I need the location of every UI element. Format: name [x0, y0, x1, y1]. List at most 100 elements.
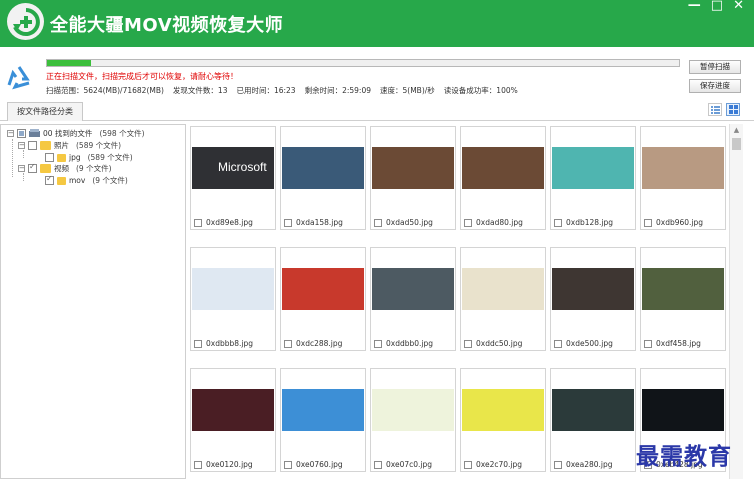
thumbnail-image[interactable] — [552, 268, 634, 310]
thumbnail-image[interactable] — [372, 147, 454, 189]
thumbnail-checkbox[interactable] — [554, 460, 562, 469]
thumbnail-card[interactable]: 0xe2c70.jpg — [460, 368, 546, 472]
close-button[interactable]: ✕ — [733, 0, 744, 13]
thumbnail-checkbox[interactable] — [284, 218, 292, 227]
thumbnail-image[interactable] — [372, 389, 454, 431]
tree-node-videos[interactable]: − 视频 (9 个文件) — [18, 162, 112, 174]
thumbnail-image[interactable] — [192, 389, 274, 431]
scroll-thumb[interactable] — [732, 138, 741, 150]
vertical-scrollbar[interactable]: ▲ — [729, 124, 743, 479]
collapse-icon[interactable]: − — [18, 142, 25, 149]
thumbnail-filename: 0xea280.jpg — [566, 460, 613, 469]
tree-videos-checkbox[interactable] — [28, 162, 37, 173]
thumbnail-checkbox[interactable] — [554, 218, 562, 227]
thumbnail-card[interactable]: Microsoft 0xd89e8.jpg — [190, 126, 276, 230]
thumbnail-image[interactable] — [282, 268, 364, 310]
collapse-icon[interactable]: − — [7, 130, 14, 137]
thumbnail-checkbox[interactable] — [464, 460, 472, 469]
thumbnail-checkbox[interactable] — [464, 218, 472, 227]
thumbnail-image[interactable] — [372, 268, 454, 310]
tree-root-label: 00 找到的文件 — [43, 129, 93, 138]
thumbnail-checkbox[interactable] — [194, 339, 202, 348]
minimize-button[interactable]: — — [688, 0, 701, 13]
tree-node-root[interactable]: − 00 找到的文件 (598 个文件) — [7, 128, 145, 139]
tree-node-jpg[interactable]: jpg (589 个文件) — [45, 152, 133, 163]
tab-bar: 按文件路径分类 — [0, 99, 754, 121]
thumbnail-image[interactable] — [642, 389, 724, 431]
thumbnail-card[interactable]: 0xdf458.jpg — [640, 247, 726, 351]
maximize-button[interactable]: □ — [711, 0, 723, 13]
thumbnail-checkbox[interactable] — [644, 218, 652, 227]
thumbnail-checkbox[interactable] — [644, 339, 652, 348]
thumbnail-filename: 0xddc50.jpg — [476, 339, 523, 348]
thumbnail-filename: 0xdc288.jpg — [296, 339, 343, 348]
thumbnail-card[interactable]: 0xea280.jpg — [550, 368, 636, 472]
thumbnail-card[interactable]: 0xde500.jpg — [550, 247, 636, 351]
tree-photos-label: 照片 — [54, 141, 69, 150]
thumbnail-filename: 0xdf458.jpg — [656, 339, 701, 348]
thumbnail-image[interactable] — [282, 389, 364, 431]
thumbnail-card[interactable]: 0xdad50.jpg — [370, 126, 456, 230]
tree-videos-count: (9 个文件) — [76, 164, 112, 173]
found-count: 发现文件数：13 — [172, 86, 228, 95]
tree-node-photos[interactable]: − 照片 (589 个文件) — [18, 140, 121, 151]
thumbnail-checkbox[interactable] — [464, 339, 472, 348]
scroll-up-icon[interactable]: ▲ — [730, 124, 743, 136]
thumbnail-checkbox[interactable] — [284, 339, 292, 348]
tab-by-path[interactable]: 按文件路径分类 — [7, 102, 83, 121]
thumbnail-card[interactable]: 0xe0760.jpg — [280, 368, 366, 472]
thumbnail-checkbox[interactable] — [554, 339, 562, 348]
thumbnail-filename: 0xe0120.jpg — [206, 460, 253, 469]
drive-icon — [29, 129, 40, 137]
scan-stats: 扫描范围：5624(MB)/71682(MB) 发现文件数：13 已用时间：16… — [46, 85, 518, 96]
tree-mov-checkbox[interactable] — [45, 174, 54, 185]
pause-scan-button[interactable]: 暂停扫描 — [689, 60, 741, 74]
thumbnail-image[interactable] — [552, 147, 634, 189]
app-title: 全能大疆MOV视频恢复大师 — [50, 15, 284, 36]
list-view-icon[interactable] — [708, 103, 722, 116]
thumbnail-card[interactable]: 0xdc288.jpg — [280, 247, 366, 351]
thumbnail-filename: 0xdb960.jpg — [656, 218, 704, 227]
collapse-icon[interactable]: − — [18, 165, 25, 172]
thumbnail-card[interactable]: 0xdbbb8.jpg — [190, 247, 276, 351]
tree-node-mov[interactable]: mov (9 个文件) — [45, 174, 128, 186]
thumbnail-logo-text: Microsoft — [218, 160, 267, 174]
thumbnail-image[interactable] — [192, 268, 274, 310]
thumbnail-card[interactable]: 0xdad80.jpg — [460, 126, 546, 230]
thumbnail-image[interactable] — [462, 268, 544, 310]
thumbnail-card[interactable]: 0xe07c0.jpg — [370, 368, 456, 472]
thumbnail-checkbox[interactable] — [374, 218, 382, 227]
scan-progress-fill — [47, 60, 92, 66]
thumbnail-image[interactable] — [462, 389, 544, 431]
tree-root-checkbox[interactable] — [17, 129, 26, 138]
thumbnail-checkbox[interactable] — [284, 460, 292, 469]
thumbnail-filename: 0xde500.jpg — [566, 339, 613, 348]
thumbnail-checkbox[interactable] — [194, 218, 202, 227]
thumbnail-card[interactable]: 0xdb960.jpg — [640, 126, 726, 230]
thumbnail-checkbox[interactable] — [374, 339, 382, 348]
thumbnail-image[interactable] — [462, 147, 544, 189]
grid-view-icon[interactable] — [726, 103, 740, 116]
thumbnail-filename: 0xe0760.jpg — [296, 460, 343, 469]
thumbnail-image[interactable] — [552, 389, 634, 431]
thumbnail-image[interactable] — [282, 147, 364, 189]
thumbnail-card[interactable]: 0xddbb0.jpg — [370, 247, 456, 351]
thumbnail-card[interactable]: 0xda158.jpg — [280, 126, 366, 230]
save-progress-button[interactable]: 保存进度 — [689, 79, 741, 93]
tree-jpg-checkbox[interactable] — [45, 153, 54, 162]
tree-photos-checkbox[interactable] — [28, 141, 37, 150]
thumbnail-checkbox[interactable] — [194, 460, 202, 469]
folder-icon — [57, 153, 66, 162]
tree-jpg-count: (589 个文件) — [87, 153, 133, 162]
tree-jpg-label: jpg — [69, 153, 81, 162]
thumbnail-filename: 0xdbbb8.jpg — [206, 339, 254, 348]
thumbnail-card[interactable]: 0xdb128.jpg — [550, 126, 636, 230]
thumbnail-checkbox[interactable] — [374, 460, 382, 469]
thumbnail-grid: Microsoft 0xd89e8.jpg 0xda158.jpg 0xdad50.j… — [188, 124, 729, 479]
thumbnail-card[interactable]: 0xe0120.jpg — [190, 368, 276, 472]
thumbnail-image[interactable] — [642, 268, 724, 310]
scan-warning-text: 正在扫描文件，扫描完成后才可以恢复，请耐心等待！ — [46, 72, 238, 81]
thumbnail-image[interactable] — [642, 147, 724, 189]
thumbnail-card[interactable]: 0xddc50.jpg — [460, 247, 546, 351]
thumbnail-image[interactable]: Microsoft — [192, 147, 274, 189]
